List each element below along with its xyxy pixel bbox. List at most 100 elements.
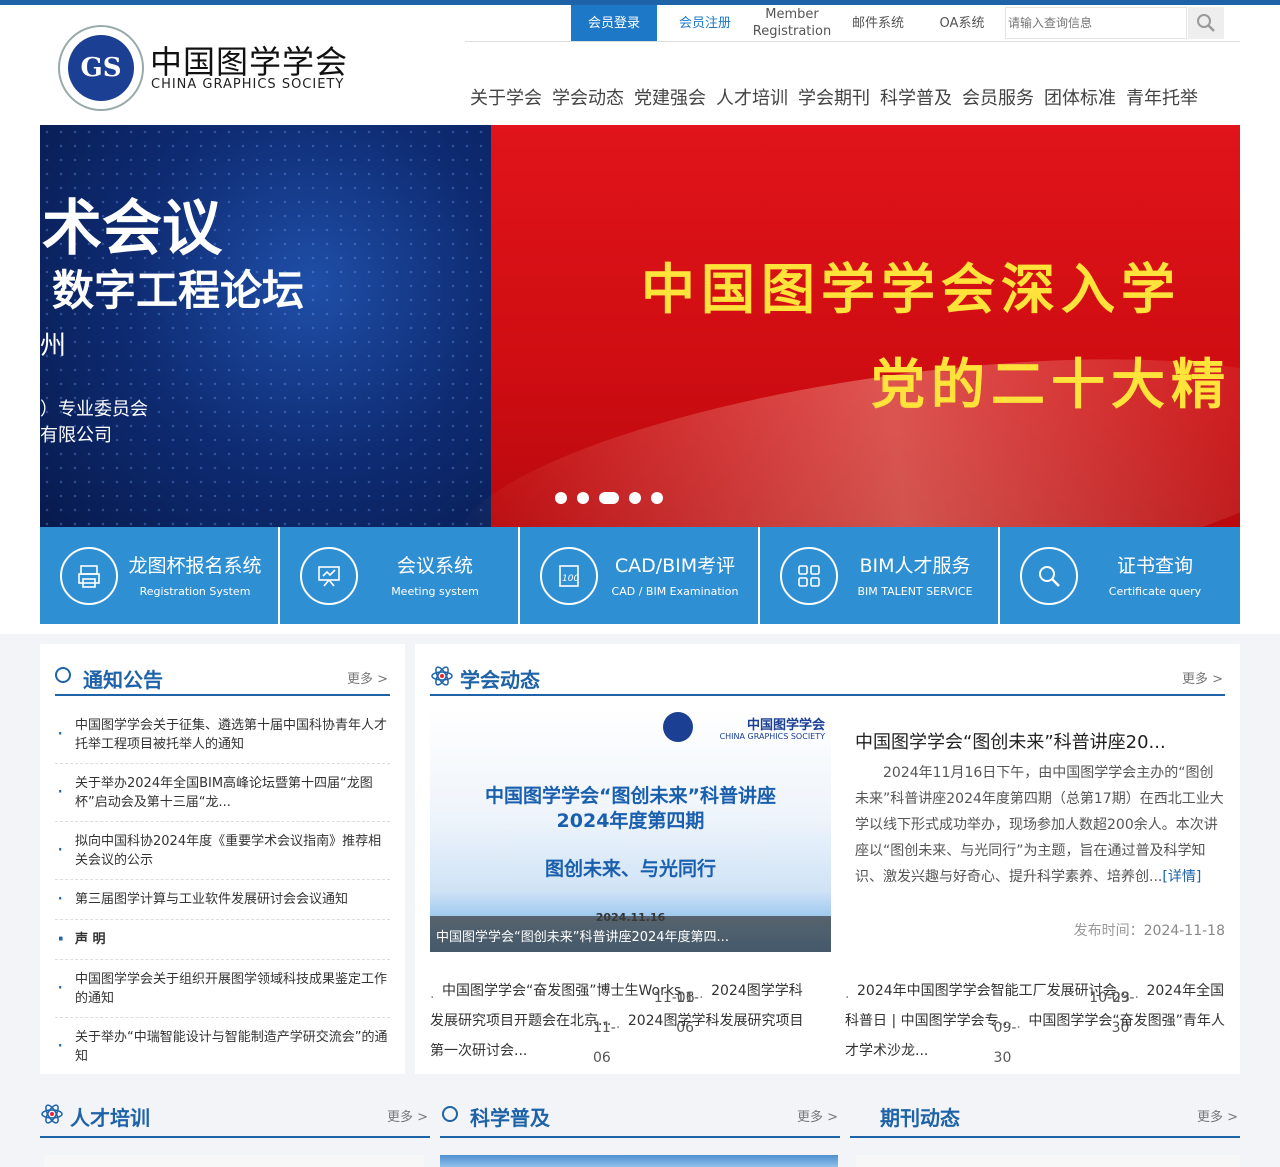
journal-card bbox=[856, 1155, 1240, 1167]
carousel-dot-3[interactable] bbox=[599, 492, 619, 504]
hero-carousel[interactable]: 术会议 数字工程论坛 州 ）专业委员会 有限公司 中国图学学会深入学 党的二十大… bbox=[40, 125, 1240, 527]
banner-right-line2: 党的二十大精 bbox=[871, 352, 1231, 416]
detail-link[interactable]: [详情] bbox=[1162, 869, 1201, 885]
printer-icon bbox=[60, 547, 118, 605]
presentation-icon bbox=[300, 547, 358, 605]
member-registration-line1: Member bbox=[765, 7, 819, 22]
service-title: CAD/BIM考评 bbox=[614, 555, 736, 577]
news-item-date: 09-30 bbox=[993, 1020, 1017, 1066]
circle-bullet-icon bbox=[442, 1106, 458, 1122]
service-certificate-query[interactable]: 证书查询 Certificate query bbox=[1000, 527, 1240, 624]
image-headline-2: 2024年度第四期 bbox=[556, 810, 705, 832]
nav-youth[interactable]: 青年托举 bbox=[1126, 84, 1198, 112]
quick-services: 龙图杯报名系统 Registration System 会议系统 Meeting… bbox=[40, 527, 1240, 624]
search-icon bbox=[1197, 14, 1215, 32]
notice-title: 通知公告 bbox=[83, 668, 163, 692]
nav-news[interactable]: 学会动态 bbox=[552, 84, 624, 112]
carousel-dot-4[interactable] bbox=[629, 492, 641, 504]
logo-name-en: CHINA GRAPHICS SOCIETY bbox=[151, 77, 345, 92]
notice-panel: 通知公告 更多 > 中国图学学会关于征集、遴选第十届中国科协青年人才托举工程项目… bbox=[40, 644, 405, 1074]
score-paper-icon: 100 bbox=[540, 547, 598, 605]
summary-text: 2024年11月16日下午，由中国图学学会主办的“图创未来”科普讲座2024年度… bbox=[855, 765, 1224, 885]
list-item[interactable]: 第三届图学计算与工业软件发展研讨会会议通知 bbox=[55, 880, 390, 920]
nav-about[interactable]: 关于学会 bbox=[470, 84, 542, 112]
nav-member-service[interactable]: 会员服务 bbox=[962, 84, 1034, 112]
news-panel: 学会动态 更多 > 中国图学学会 CHINA GRAPHICS SOCIETY … bbox=[415, 644, 1240, 1074]
banner-left-line3: 州 bbox=[40, 331, 67, 361]
nav-standards[interactable]: 团体标准 bbox=[1044, 84, 1116, 112]
member-registration-link[interactable]: Member Registration bbox=[749, 5, 835, 41]
science-card-image[interactable] bbox=[440, 1155, 838, 1167]
service-subtitle: CAD / BIM Examination bbox=[611, 585, 739, 598]
carousel-indicators bbox=[555, 492, 663, 504]
list-item[interactable]: 中国图学学会关于组织开展图学领域科技成果鉴定工作的通知 bbox=[55, 960, 390, 1018]
service-title: 证书查询 bbox=[1116, 555, 1193, 577]
image-headline-1: 中国图学学会“图创未来”科普讲座 bbox=[485, 785, 776, 807]
journal-more-link[interactable]: 更多 > bbox=[1197, 1106, 1238, 1125]
search-button[interactable] bbox=[1188, 7, 1224, 39]
science-title: 科学普及 bbox=[470, 1106, 550, 1130]
list-item[interactable]: 关于举办2024年全国BIM高峰论坛暨第十四届“龙图杯”启动会及第十三届“龙..… bbox=[55, 764, 390, 822]
banner-left-line4: ）专业委员会 bbox=[40, 399, 148, 420]
atom-icon bbox=[431, 666, 453, 686]
image-logo-emblem bbox=[663, 712, 693, 742]
carousel-dot-2[interactable] bbox=[577, 492, 589, 504]
oa-system-link[interactable]: OA系统 bbox=[921, 5, 1003, 41]
news-more-link[interactable]: 更多 > bbox=[1182, 668, 1223, 687]
logo-emblem: GS bbox=[58, 25, 144, 111]
carousel-dot-5[interactable] bbox=[651, 492, 663, 504]
list-item[interactable]: 中国图学学会关于征集、遴选第十届中国科协青年人才托举工程项目被托举人的通知 bbox=[55, 706, 390, 764]
site-logo[interactable]: GS 中国图学学会 CHINA GRAPHICS SOCIETY bbox=[58, 25, 348, 111]
magnifier-icon bbox=[1020, 547, 1078, 605]
publish-date-label: 发布时间： bbox=[1073, 923, 1144, 939]
list-item[interactable]: 拟向中国科协2024年度《重要学术会议指南》推荐相关会议的公示 bbox=[55, 822, 390, 880]
news-title: 学会动态 bbox=[460, 668, 540, 692]
service-subtitle: BIM TALENT SERVICE bbox=[857, 585, 973, 598]
news-list-left: 中国图学学会“奋发图强”博士生Works...11-06 2024图学学科发展研… bbox=[430, 976, 810, 1066]
service-cad-bim-exam[interactable]: 100 CAD/BIM考评 CAD / BIM Examination bbox=[520, 527, 760, 624]
service-bim-talent[interactable]: BIM人才服务 BIM TALENT SERVICE bbox=[760, 527, 1000, 624]
member-register-link[interactable]: 会员注册 bbox=[661, 5, 749, 41]
image-logo-cn: 中国图学学会 bbox=[746, 718, 825, 733]
image-headline-3: 图创未来、与光同行 bbox=[544, 858, 716, 880]
journal-section-header: 期刊动态 更多 > bbox=[850, 1090, 1240, 1138]
featured-news-headline[interactable]: 中国图学学会“图创未来”科普讲座20... bbox=[855, 728, 1166, 754]
banner-left-line5: 有限公司 bbox=[40, 425, 112, 446]
service-meeting[interactable]: 会议系统 Meeting system bbox=[280, 527, 520, 624]
banner-left-line2: 数字工程论坛 bbox=[52, 266, 305, 315]
news-header: 学会动态 更多 > bbox=[430, 644, 1225, 696]
nav-science[interactable]: 科学普及 bbox=[880, 84, 952, 112]
grid-icon bbox=[780, 547, 838, 605]
atom-icon bbox=[41, 1104, 63, 1124]
list-item[interactable]: 声 明 bbox=[55, 920, 390, 960]
image-logo-en: CHINA GRAPHICS SOCIETY bbox=[719, 732, 825, 741]
banner-right-line1: 中国图学学会深入学 bbox=[641, 257, 1181, 321]
talent-title: 人才培训 bbox=[70, 1106, 150, 1130]
nav-party[interactable]: 党建强会 bbox=[634, 84, 706, 112]
service-subtitle: Registration System bbox=[139, 585, 251, 598]
service-subtitle: Meeting system bbox=[391, 585, 479, 598]
carousel-dot-1[interactable] bbox=[555, 492, 567, 504]
list-item[interactable]: 关于举办“中瑞智能设计与智能制造产学研交流会”的通知 bbox=[55, 1018, 390, 1076]
talent-section-header: 人才培训 更多 > bbox=[40, 1090, 430, 1138]
notice-more-link[interactable]: 更多 > bbox=[347, 668, 388, 687]
site-search-input[interactable] bbox=[1005, 7, 1187, 39]
list-item[interactable]: 2024年中国图学学会智能工厂发展研讨会...10-23 bbox=[845, 983, 1130, 1006]
featured-news-image[interactable]: 中国图学学会 CHINA GRAPHICS SOCIETY 中国图学学会“图创未… bbox=[430, 708, 831, 952]
member-registration-line2: Registration bbox=[752, 24, 832, 39]
list-item[interactable]: 中国图学学会“奋发图强”博士生Works...11-06 bbox=[430, 983, 695, 1006]
banner-left-line1: 术会议 bbox=[42, 194, 222, 264]
member-login-link[interactable]: 会员登录 bbox=[571, 5, 657, 41]
nav-training[interactable]: 人才培训 bbox=[716, 84, 788, 112]
service-registration[interactable]: 龙图杯报名系统 Registration System bbox=[40, 527, 280, 624]
service-title: 龙图杯报名系统 bbox=[128, 555, 262, 577]
image-caption: 中国图学学会“图创未来”科普讲座2024年度第四... bbox=[430, 916, 831, 952]
notice-list: 中国图学学会关于征集、遴选第十届中国科协青年人才托举工程项目被托举人的通知 关于… bbox=[55, 706, 390, 1076]
nav-journals[interactable]: 学会期刊 bbox=[798, 84, 870, 112]
talent-more-link[interactable]: 更多 > bbox=[387, 1106, 428, 1125]
science-more-link[interactable]: 更多 > bbox=[797, 1106, 838, 1125]
mail-system-link[interactable]: 邮件系统 bbox=[837, 5, 919, 41]
talent-card bbox=[44, 1155, 424, 1167]
journal-title: 期刊动态 bbox=[880, 1106, 960, 1130]
news-item-date: 11-06 bbox=[592, 1020, 616, 1066]
